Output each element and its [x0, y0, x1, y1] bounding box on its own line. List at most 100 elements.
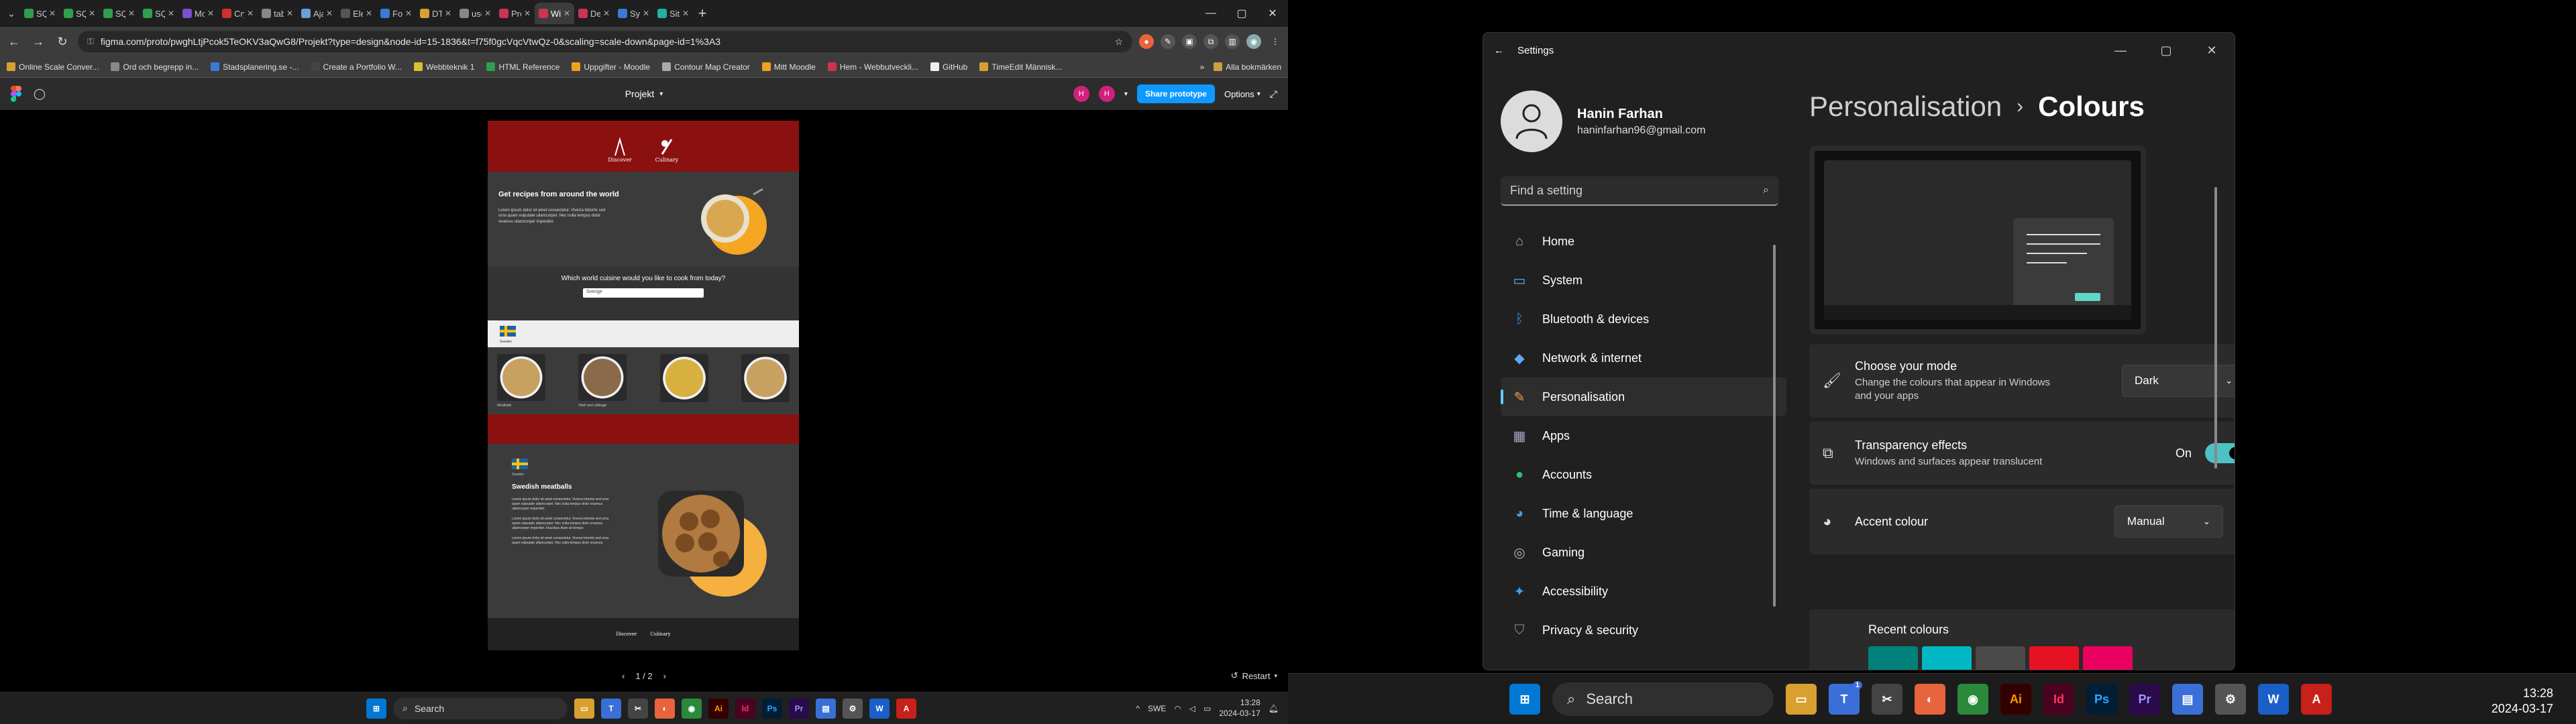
- indesign-icon[interactable]: Id: [735, 698, 755, 719]
- file-explorer-icon[interactable]: ▭: [574, 698, 594, 719]
- browser-tab[interactable]: tab ✕: [258, 3, 297, 24]
- snipping-icon[interactable]: ✂: [628, 698, 648, 719]
- browser-tab[interactable]: SQL✕: [20, 3, 60, 24]
- comment-icon[interactable]: ◯: [34, 87, 46, 101]
- bookmark-item[interactable]: TimeEdit Människ...: [979, 62, 1062, 72]
- close-icon[interactable]: ✕: [2189, 33, 2235, 68]
- extensions-puzzle-icon[interactable]: ⧉: [1203, 34, 1218, 49]
- tab-close-icon[interactable]: ✕: [603, 9, 610, 18]
- snipping-icon[interactable]: ✂: [1872, 684, 1902, 715]
- notification-bell-icon[interactable]: 🔔︎: [1269, 704, 1279, 713]
- recipe-card[interactable]: [741, 354, 790, 408]
- settings-gear-icon[interactable]: ⚙: [843, 698, 863, 719]
- maximize-icon[interactable]: ▢: [2143, 33, 2189, 68]
- photoshop-icon[interactable]: Ps: [762, 698, 782, 719]
- sidebar-item-accounts[interactable]: ● Accounts: [1501, 455, 1786, 494]
- browser-tab[interactable]: Mo ✕: [178, 3, 218, 24]
- proto-logo-right[interactable]: Culinary: [652, 129, 682, 163]
- footer-logo-left[interactable]: Discover: [616, 631, 637, 637]
- minimize-icon[interactable]: —: [2098, 33, 2143, 68]
- bookmark-item[interactable]: Ord och begrepp in...: [111, 62, 199, 72]
- tab-close-icon[interactable]: ✕: [564, 9, 570, 18]
- start-icon[interactable]: ⊞: [366, 698, 386, 719]
- tab-close-icon[interactable]: ✕: [682, 9, 689, 18]
- colour-swatch[interactable]: [1868, 646, 1918, 670]
- tab-close-icon[interactable]: ✕: [445, 9, 451, 18]
- tab-close-icon[interactable]: ✕: [247, 9, 254, 18]
- omnibox[interactable]: ⚿ figma.com/proto/pwghLtjPcok5TeOKV3aQwG…: [78, 31, 1132, 52]
- sidebar-item-apps[interactable]: ▦ Apps: [1501, 416, 1786, 455]
- browser-tab[interactable]: Site✕: [653, 3, 693, 24]
- browser-tab[interactable]: SQL✕: [60, 3, 99, 24]
- tab-close-icon[interactable]: ✕: [405, 9, 412, 18]
- photoshop-icon[interactable]: Ps: [2086, 684, 2117, 715]
- volume-icon[interactable]: ◁: [1189, 704, 1195, 713]
- teams-icon[interactable]: T: [601, 698, 621, 719]
- chevron-down-icon[interactable]: ▾: [1124, 90, 1128, 98]
- tab-close-icon[interactable]: ✕: [524, 9, 531, 18]
- browser-tab[interactable]: For✕: [376, 3, 416, 24]
- find-setting-input[interactable]: Find a setting ⌕: [1501, 176, 1778, 206]
- settings-gear-icon[interactable]: ⚙: [2215, 684, 2246, 715]
- accent-dropdown[interactable]: Manual ⌄: [2114, 505, 2223, 538]
- recipe-card[interactable]: [659, 354, 708, 408]
- indesign-icon[interactable]: Id: [2043, 684, 2074, 715]
- previous-page-icon[interactable]: ‹: [622, 671, 625, 681]
- forward-icon[interactable]: →: [30, 33, 47, 50]
- colour-swatch[interactable]: [1976, 646, 2025, 670]
- url-text[interactable]: figma.com/proto/pwghLtjPcok5TeOKV3aQwG8/…: [101, 36, 1108, 47]
- illustrator-icon[interactable]: Ai: [2000, 684, 2031, 715]
- premiere-icon[interactable]: Pr: [789, 698, 809, 719]
- bookmark-item[interactable]: Uppgifter - Moodle: [572, 62, 650, 72]
- chevron-up-icon[interactable]: ^: [1136, 704, 1140, 713]
- sweden-flag-icon[interactable]: [500, 326, 516, 337]
- wifi-icon[interactable]: ◠: [1174, 704, 1181, 713]
- tab-search-button[interactable]: ⌄: [3, 5, 20, 22]
- sidebar-item-bluetooth-devices[interactable]: ᛒ Bluetooth & devices: [1501, 300, 1786, 339]
- teams-icon[interactable]: T1: [1829, 681, 1862, 715]
- restart-button[interactable]: ↺ Restart ▾: [1231, 662, 1277, 689]
- all-bookmarks-button[interactable]: Alla bokmärken: [1214, 62, 1281, 72]
- back-arrow-icon[interactable]: ←: [1494, 45, 1504, 56]
- next-page-icon[interactable]: ›: [663, 671, 666, 681]
- expand-icon[interactable]: ⤢: [1270, 88, 1277, 100]
- bookmark-item[interactable]: Create a Portfolio W...: [311, 62, 402, 72]
- menu-kebab-icon[interactable]: ⋮: [1268, 34, 1283, 49]
- nav-scrollbar[interactable]: [1773, 245, 1776, 607]
- tab-close-icon[interactable]: ✕: [49, 9, 56, 18]
- browser-tab[interactable]: Des✕: [574, 3, 614, 24]
- transparency-toggle[interactable]: [2205, 443, 2235, 463]
- chrome-icon[interactable]: ◉: [682, 698, 702, 719]
- tab-close-icon[interactable]: ✕: [366, 9, 372, 18]
- proto-logo-left[interactable]: Discover: [605, 129, 635, 163]
- tab-close-icon[interactable]: ✕: [326, 9, 333, 18]
- sidepanel-icon[interactable]: ▥: [1225, 34, 1240, 49]
- clock[interactable]: 13:28 2024-03-17: [1219, 698, 1260, 719]
- browser-tab[interactable]: SQL✕: [99, 3, 139, 24]
- notepad-icon[interactable]: ▤: [2172, 684, 2203, 715]
- bookmark-item[interactable]: Contour Map Creator: [662, 62, 750, 72]
- notepad-icon[interactable]: ▤: [816, 698, 836, 719]
- colour-swatch[interactable]: [1922, 646, 1972, 670]
- recipe-card[interactable]: Meatballs: [497, 354, 545, 408]
- maximize-icon[interactable]: ▢: [1226, 0, 1257, 27]
- browser-tab[interactable]: Cry✕: [218, 3, 258, 24]
- taskbar-search[interactable]: ⌕ Search: [393, 697, 568, 719]
- chrome-icon[interactable]: ◉: [1957, 684, 1988, 715]
- mode-dropdown[interactable]: Dark ⌄: [2122, 365, 2235, 397]
- colour-swatch[interactable]: [2083, 646, 2133, 670]
- taskbar-search[interactable]: ⌕ Search: [1552, 682, 1774, 716]
- share-prototype-button[interactable]: Share prototype: [1136, 84, 1215, 103]
- back-icon[interactable]: ←: [5, 33, 23, 50]
- close-icon[interactable]: ✕: [1257, 0, 1288, 27]
- content-scrollbar[interactable]: [2214, 187, 2217, 469]
- bookmark-item[interactable]: Mitt Moodle: [761, 62, 816, 72]
- bookmark-item[interactable]: Webbteknik 1: [413, 62, 474, 72]
- user-profile[interactable]: Hanin Farhan haninfarhan96@gmail.com: [1501, 90, 1705, 152]
- tab-close-icon[interactable]: ✕: [168, 9, 174, 18]
- sidebar-item-privacy-security[interactable]: ⛉ Privacy & security: [1501, 611, 1786, 650]
- minimize-icon[interactable]: —: [1195, 0, 1226, 27]
- bookmark-item[interactable]: Hem - Webbutveckli...: [827, 62, 918, 72]
- browser-tab[interactable]: Pro✕: [495, 3, 535, 24]
- recipe-card[interactable]: Hash and cabbage: [578, 354, 627, 408]
